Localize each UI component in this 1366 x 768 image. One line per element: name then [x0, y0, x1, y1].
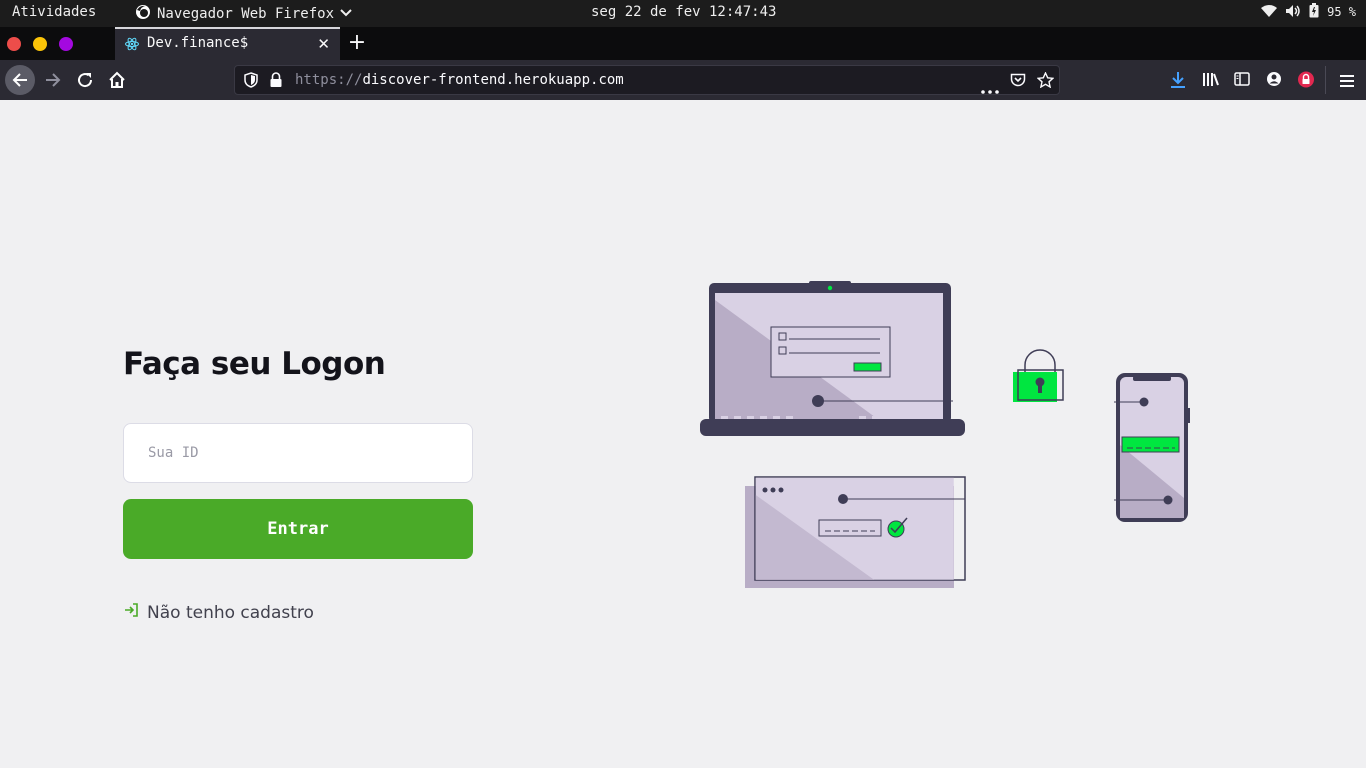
- tab-dev-finance[interactable]: Dev.finance$ ✕: [115, 27, 340, 60]
- laptop-graphic: [700, 281, 965, 436]
- register-link-label: Não tenho cadastro: [147, 602, 314, 623]
- library-icon[interactable]: [1202, 71, 1220, 91]
- app-menu-label: Navegador Web Firefox: [157, 6, 335, 22]
- home-icon: [109, 71, 125, 88]
- lock-icon[interactable]: [269, 72, 283, 92]
- menu-icon[interactable]: [1339, 73, 1355, 92]
- browser-window-graphic: [745, 476, 966, 588]
- react-icon: [125, 37, 139, 55]
- volume-icon: [1285, 4, 1301, 21]
- home-button[interactable]: [102, 65, 132, 95]
- navigation-bar: https://discover-frontend.herokuapp.com: [0, 60, 1366, 100]
- tracking-protection-icon[interactable]: [243, 72, 259, 92]
- tab-close-icon[interactable]: ✕: [317, 35, 330, 53]
- page-title: Faça seu Logon: [123, 346, 386, 382]
- back-button[interactable]: [5, 65, 35, 95]
- tab-strip: Dev.finance$ ✕ +: [0, 27, 1366, 60]
- reload-icon: [78, 73, 93, 88]
- download-icon[interactable]: [1170, 71, 1186, 93]
- sidebar-icon[interactable]: [1234, 71, 1250, 91]
- chevron-down-icon: [340, 6, 352, 22]
- login-button[interactable]: Entrar: [123, 499, 473, 559]
- extension-lock-icon[interactable]: [1298, 71, 1314, 92]
- account-icon[interactable]: [1266, 71, 1282, 91]
- id-input[interactable]: [123, 423, 473, 483]
- window-controls: [7, 37, 73, 51]
- url-text: https://discover-frontend.herokuapp.com: [295, 72, 624, 88]
- phone-graphic: [1114, 373, 1190, 522]
- system-tray[interactable]: 95 %: [1261, 3, 1356, 21]
- url-bar[interactable]: https://discover-frontend.herokuapp.com: [234, 65, 1060, 95]
- window-maximize-button[interactable]: [59, 37, 73, 51]
- padlock-graphic: [1013, 349, 1064, 402]
- battery-percent: 95 %: [1327, 5, 1356, 19]
- app-menu[interactable]: Navegador Web Firefox: [135, 4, 352, 24]
- window-close-button[interactable]: [7, 37, 21, 51]
- system-top-bar: Atividades Navegador Web Firefox seg 22 …: [0, 0, 1366, 27]
- firefox-icon: [135, 4, 151, 24]
- activities-button[interactable]: Atividades: [12, 4, 96, 20]
- arrow-right-icon: [46, 73, 61, 87]
- arrow-left-icon: [12, 73, 27, 87]
- page-margin-right: [1240, 100, 1366, 768]
- log-in-icon: [123, 602, 139, 623]
- window-minimize-button[interactable]: [33, 37, 47, 51]
- register-link[interactable]: Não tenho cadastro: [123, 602, 314, 623]
- wifi-icon: [1261, 4, 1278, 21]
- new-tab-button[interactable]: +: [345, 30, 369, 55]
- battery-icon: [1309, 3, 1319, 21]
- forward-button[interactable]: [38, 65, 68, 95]
- bookmark-star-icon[interactable]: [1036, 71, 1055, 92]
- page-actions-icon[interactable]: [981, 79, 999, 98]
- reload-button[interactable]: [70, 65, 100, 95]
- pocket-icon[interactable]: [1010, 72, 1026, 92]
- toolbar-divider: [1325, 66, 1326, 94]
- system-clock[interactable]: seg 22 de fev 12:47:43: [591, 4, 776, 20]
- security-illustration: [699, 280, 1199, 596]
- page-margin-left: [0, 100, 123, 768]
- tab-title: Dev.finance$: [147, 35, 249, 51]
